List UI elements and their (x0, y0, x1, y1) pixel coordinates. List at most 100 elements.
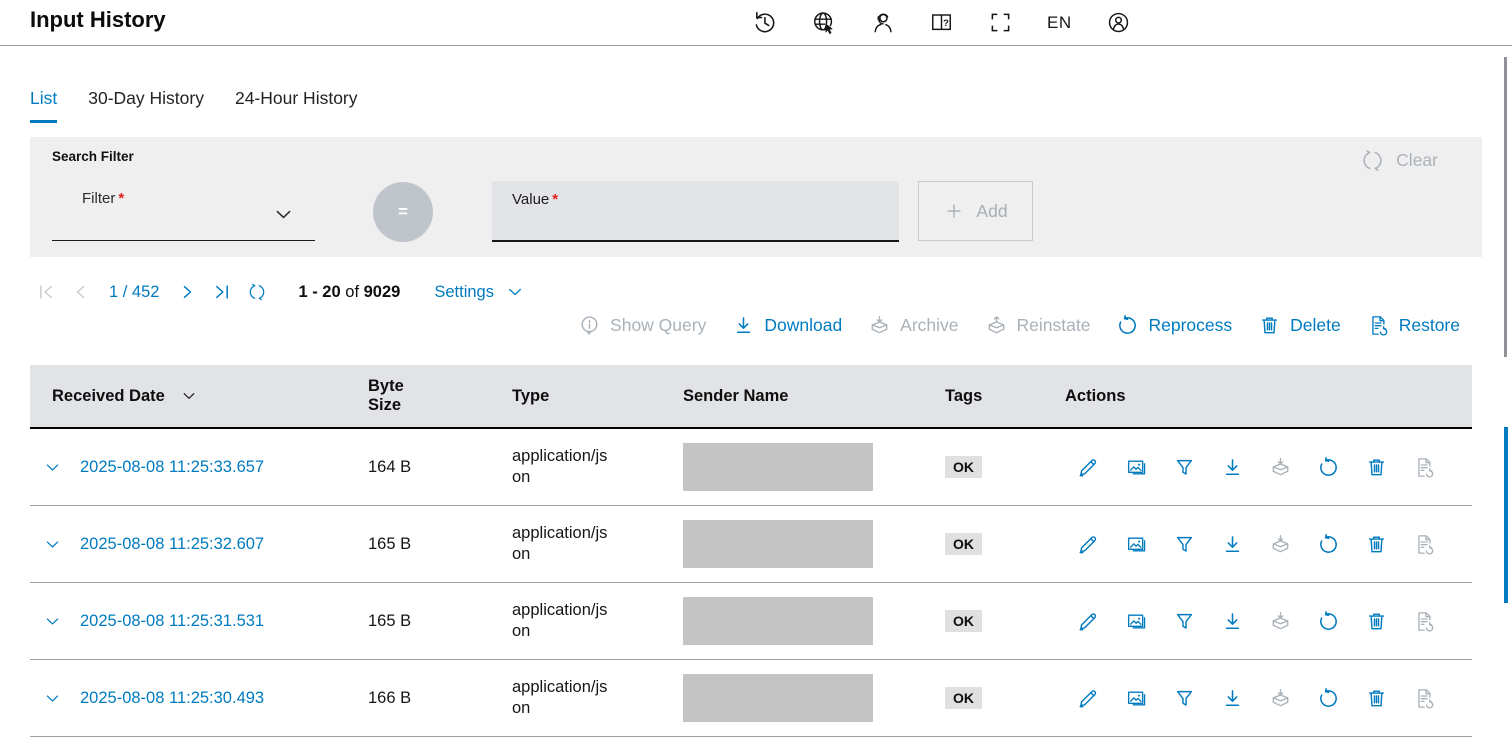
table-header-row: Received Date Byte Size Type Sender Name… (30, 365, 1472, 429)
fullscreen-icon[interactable] (988, 10, 1013, 35)
filter-dropdown[interactable]: Filter* (52, 181, 315, 241)
value-input[interactable]: Value* (492, 181, 899, 242)
show-query-button[interactable]: Show Query (578, 314, 706, 337)
filter-icon[interactable] (1173, 456, 1196, 479)
download-icon (732, 314, 755, 337)
first-page-icon[interactable] (36, 282, 56, 302)
edit-icon[interactable] (1077, 456, 1100, 479)
filter-icon[interactable] (1173, 687, 1196, 710)
image-preview-icon[interactable] (1125, 456, 1148, 479)
delete-icon[interactable] (1365, 687, 1388, 710)
page-indicator[interactable]: 1 / 452 (109, 283, 159, 302)
reprocess-icon[interactable] (1317, 533, 1340, 556)
help-book-icon[interactable] (929, 10, 954, 35)
archive-icon[interactable] (1269, 610, 1292, 633)
delete-icon[interactable] (1365, 456, 1388, 479)
status-badge: OK (945, 687, 982, 709)
edit-icon[interactable] (1077, 687, 1100, 710)
image-preview-icon[interactable] (1125, 533, 1148, 556)
table-row: 2025-08-08 11:25:33.657 164 B applicatio… (30, 429, 1472, 506)
delete-icon[interactable] (1365, 610, 1388, 633)
history-icon[interactable] (752, 10, 777, 35)
refresh-icon[interactable] (247, 282, 267, 302)
restore-icon[interactable] (1413, 687, 1436, 710)
row-expand-chevron-icon[interactable] (43, 458, 62, 477)
pagination: 1 / 452 1 - 20 of 9029 Settings (36, 277, 525, 307)
clear-button[interactable]: Clear (1360, 148, 1438, 173)
tab-24-hour-history[interactable]: 24-Hour History (235, 88, 358, 123)
received-date-link[interactable]: 2025-08-08 11:25:32.607 (80, 535, 264, 554)
restore-button[interactable]: Restore (1367, 314, 1460, 337)
archive-button[interactable]: Archive (868, 314, 958, 337)
reprocess-icon[interactable] (1317, 687, 1340, 710)
byte-size-cell: 165 B (368, 535, 512, 554)
image-preview-icon[interactable] (1125, 610, 1148, 633)
status-badge: OK (945, 533, 982, 555)
page-title: Input History (30, 7, 166, 33)
account-icon[interactable] (1106, 10, 1131, 35)
filter-icon[interactable] (1173, 610, 1196, 633)
download-button[interactable]: Download (732, 314, 842, 337)
support-icon[interactable] (870, 10, 895, 35)
search-filter-panel: Search Filter Filter* = Value* Add Clear (30, 137, 1482, 257)
globe-icon[interactable] (811, 10, 836, 35)
last-page-icon[interactable] (212, 282, 232, 302)
language-selector[interactable]: EN (1047, 13, 1072, 33)
reprocess-button[interactable]: Reprocess (1116, 314, 1232, 337)
download-label: Download (764, 315, 842, 336)
restore-label: Restore (1399, 315, 1460, 336)
edit-icon[interactable] (1077, 610, 1100, 633)
received-date-cell: 2025-08-08 11:25:32.607 (30, 535, 368, 554)
restore-icon[interactable] (1413, 610, 1436, 633)
received-date-link[interactable]: 2025-08-08 11:25:31.531 (80, 612, 264, 631)
actions-cell (1065, 687, 1472, 710)
tab-30-day-history[interactable]: 30-Day History (88, 88, 204, 123)
delete-label: Delete (1290, 315, 1341, 336)
received-date-link[interactable]: 2025-08-08 11:25:33.657 (80, 458, 264, 477)
download-icon[interactable] (1221, 610, 1244, 633)
row-expand-chevron-icon[interactable] (43, 689, 62, 708)
sender-name-redacted (683, 520, 873, 568)
archive-icon[interactable] (1269, 687, 1292, 710)
type-value: application/json (512, 523, 616, 566)
received-date-link[interactable]: 2025-08-08 11:25:30.493 (80, 689, 264, 708)
page-scrollbar-thumb[interactable] (1504, 57, 1507, 357)
image-preview-icon[interactable] (1125, 687, 1148, 710)
add-button[interactable]: Add (918, 181, 1033, 241)
previous-page-icon[interactable] (71, 282, 91, 302)
restore-icon[interactable] (1413, 456, 1436, 479)
filter-icon[interactable] (1173, 533, 1196, 556)
archive-icon[interactable] (1269, 456, 1292, 479)
delete-button[interactable]: Delete (1258, 314, 1341, 337)
reinstate-label: Reinstate (1017, 315, 1091, 336)
settings-label: Settings (434, 283, 494, 302)
delete-icon[interactable] (1365, 533, 1388, 556)
next-page-icon[interactable] (177, 282, 197, 302)
download-icon[interactable] (1221, 687, 1244, 710)
info-icon (578, 314, 601, 337)
download-icon[interactable] (1221, 533, 1244, 556)
input-history-table: Received Date Byte Size Type Sender Name… (30, 365, 1472, 737)
actions-cell (1065, 610, 1472, 633)
table-scrollbar-thumb[interactable] (1504, 427, 1508, 603)
sender-name-cell (683, 674, 945, 722)
tags-cell: OK (945, 610, 1065, 632)
tab-list[interactable]: List (30, 88, 57, 123)
download-icon[interactable] (1221, 456, 1244, 479)
required-marker: * (552, 191, 558, 208)
settings-button[interactable]: Settings (434, 282, 525, 302)
edit-icon[interactable] (1077, 533, 1100, 556)
column-received-date[interactable]: Received Date (30, 387, 368, 406)
reprocess-icon[interactable] (1317, 456, 1340, 479)
byte-size-cell: 164 B (368, 458, 512, 477)
row-expand-chevron-icon[interactable] (43, 612, 62, 631)
actions-cell (1065, 533, 1472, 556)
value-label: Value* (512, 191, 558, 208)
tags-cell: OK (945, 456, 1065, 478)
archive-icon[interactable] (1269, 533, 1292, 556)
reinstate-button[interactable]: Reinstate (985, 314, 1091, 337)
sort-chevron-icon[interactable] (180, 387, 198, 405)
restore-icon[interactable] (1413, 533, 1436, 556)
row-expand-chevron-icon[interactable] (43, 535, 62, 554)
reprocess-icon[interactable] (1317, 610, 1340, 633)
